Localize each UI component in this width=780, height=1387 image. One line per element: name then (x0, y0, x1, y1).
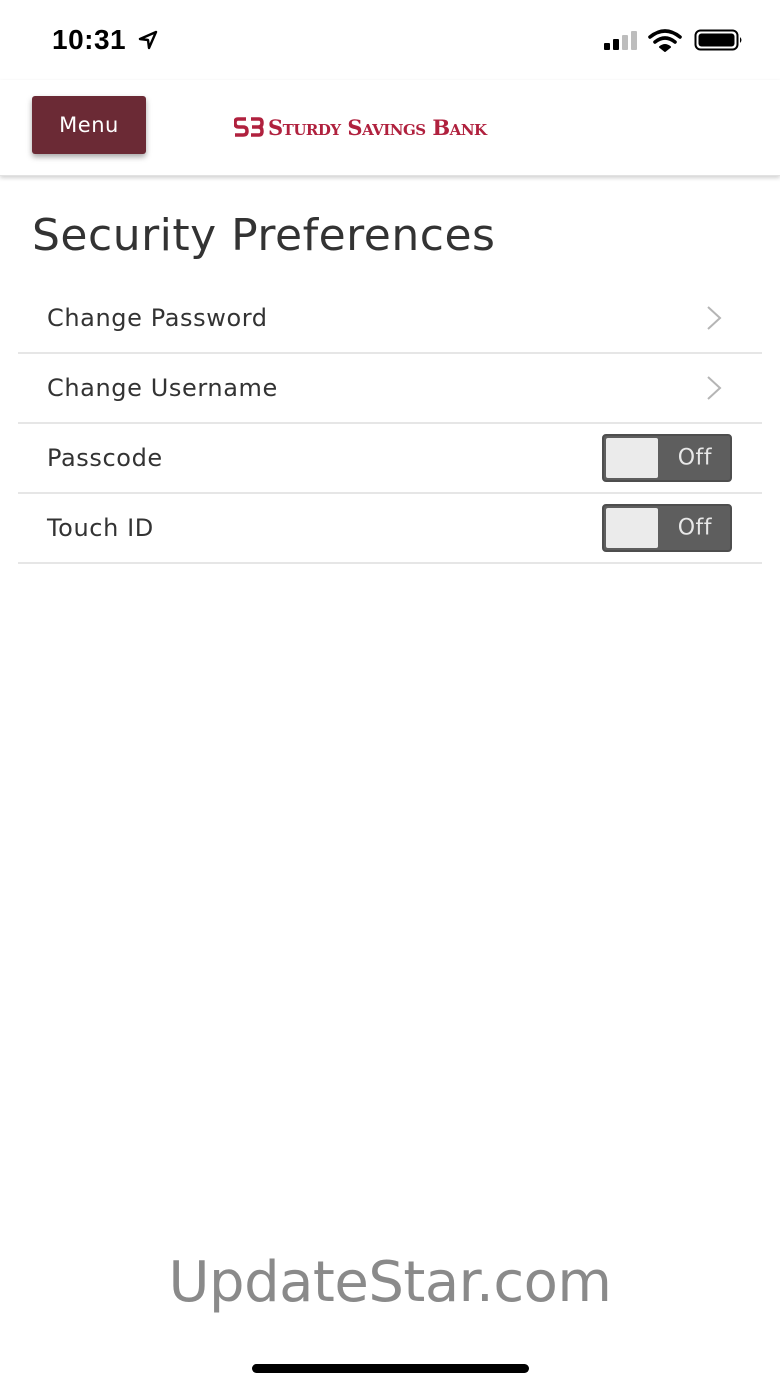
row-label: Change Password (47, 304, 268, 332)
watermark: UpdateStar.com (168, 1250, 612, 1315)
status-bar: 10:31 (0, 0, 780, 80)
page-title: Security Preferences (32, 210, 496, 261)
touch-id-row: Touch ID Off (18, 494, 762, 564)
row-label: Change Username (47, 374, 278, 402)
chevron-right-icon (707, 376, 722, 400)
battery-icon (694, 29, 742, 51)
status-time: 10:31 (52, 24, 127, 55)
chevron-right-icon (707, 306, 722, 330)
change-password-row[interactable]: Change Password (18, 284, 762, 354)
toggle-knob (606, 508, 658, 548)
settings-list: Change Password Change Username Passcode… (18, 284, 762, 564)
brand-name: Sturdy Savings Bank (268, 114, 487, 140)
row-label: Touch ID (47, 514, 154, 542)
toggle-state: Off (677, 445, 712, 471)
wifi-icon (648, 29, 682, 52)
change-username-row[interactable]: Change Username (18, 354, 762, 424)
brand-logo: Sturdy Savings Bank (234, 110, 487, 144)
menu-button[interactable]: Menu (32, 96, 146, 154)
toggle-state: Off (677, 515, 712, 541)
row-label: Passcode (47, 444, 163, 472)
passcode-toggle[interactable]: Off (602, 434, 732, 482)
app-header: Menu Sturdy Savings Bank (0, 80, 780, 176)
bank-logo-icon (234, 117, 264, 137)
location-arrow-icon (138, 30, 158, 50)
toggle-knob (606, 438, 658, 478)
touch-id-toggle[interactable]: Off (602, 504, 732, 552)
home-indicator[interactable] (252, 1364, 529, 1373)
passcode-row: Passcode Off (18, 424, 762, 494)
cellular-signal-icon (604, 31, 637, 50)
